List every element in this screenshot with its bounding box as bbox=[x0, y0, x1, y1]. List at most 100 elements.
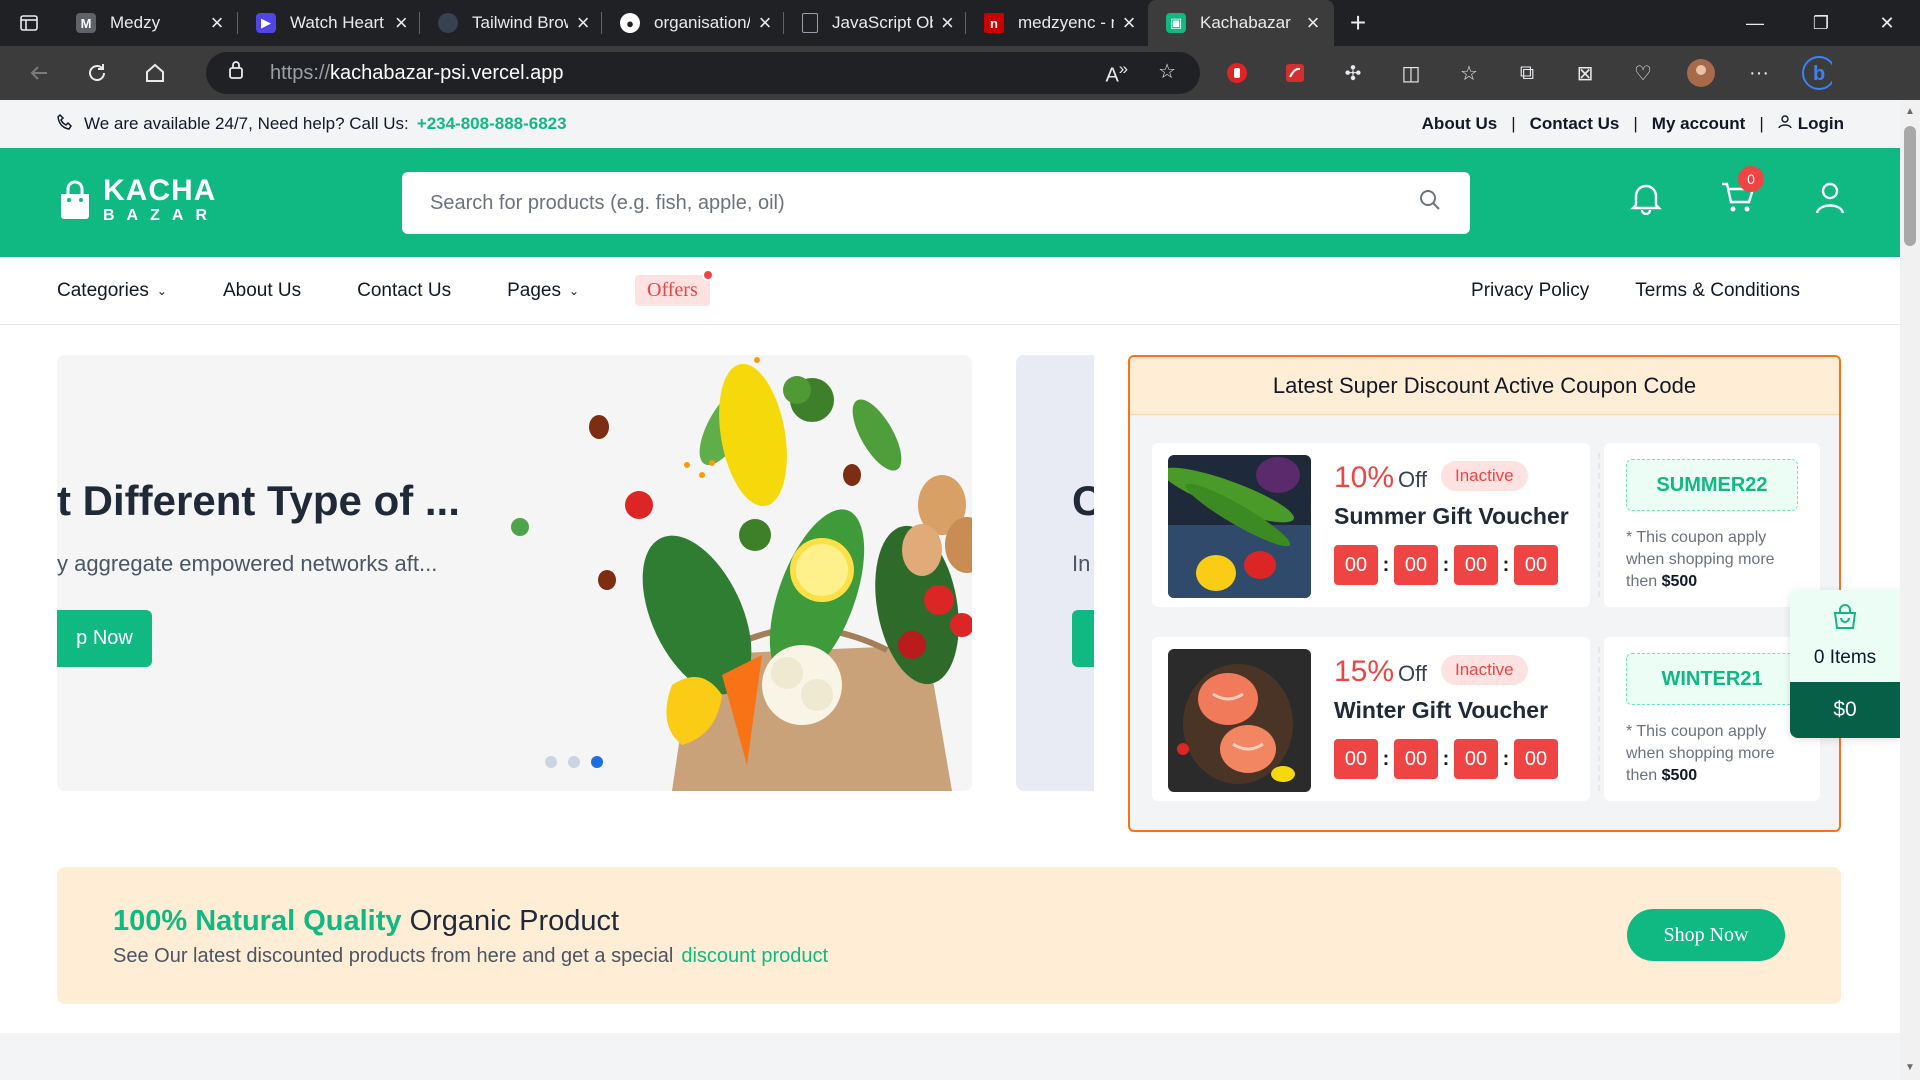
scroll-up-icon[interactable]: ▲ bbox=[1904, 106, 1916, 118]
chevron-down-icon: ⌄ bbox=[568, 283, 580, 298]
promo-highlight: 100% Natural Quality bbox=[113, 905, 402, 937]
topbar-about-link[interactable]: About Us bbox=[1422, 114, 1498, 134]
refresh-icon[interactable] bbox=[68, 46, 126, 100]
search-placeholder: Search for products (e.g. fish, apple, o… bbox=[430, 191, 785, 214]
offers-link[interactable]: Offers bbox=[635, 269, 714, 306]
search-icon[interactable] bbox=[1418, 188, 1442, 218]
coupon-status-badge: Inactive bbox=[1441, 655, 1528, 685]
close-tab-icon[interactable]: × bbox=[1122, 10, 1136, 36]
profile-avatar[interactable] bbox=[1686, 58, 1716, 88]
countdown-hours: 00 bbox=[1394, 545, 1438, 585]
phone-number[interactable]: +234-808-888-6823 bbox=[417, 114, 567, 134]
promo-subtitle-text: See Our latest discounted products from … bbox=[113, 945, 674, 967]
collections-icon[interactable]: ⧉ bbox=[1512, 58, 1542, 88]
browser-tab-watch[interactable]: ▶ Watch Heart of S × bbox=[238, 0, 420, 46]
browser-tab-obfuscator[interactable]: JavaScript Obfusc × bbox=[784, 0, 966, 46]
tab-title: Watch Heart of S bbox=[290, 13, 387, 32]
web-capture-icon[interactable]: ⊠ bbox=[1570, 58, 1600, 88]
close-tab-icon[interactable]: × bbox=[941, 10, 954, 36]
page-scrollbar[interactable]: ▲ ▼ bbox=[1900, 100, 1920, 1080]
login-label: Login bbox=[1797, 114, 1844, 133]
countdown-minutes: 00 bbox=[1454, 545, 1498, 585]
topbar-contact-link[interactable]: Contact Us bbox=[1530, 114, 1620, 134]
more-icon[interactable]: ··· bbox=[1744, 58, 1774, 88]
scrollbar-thumb[interactable] bbox=[1904, 126, 1916, 246]
search-input[interactable]: Search for products (e.g. fish, apple, o… bbox=[402, 172, 1470, 234]
read-aloud-icon[interactable]: A» bbox=[1105, 59, 1128, 88]
url-prefix: https:// bbox=[270, 61, 331, 84]
address-bar[interactable]: https://kachabazar-psi.vercel.app A» ☆ bbox=[206, 52, 1200, 94]
floating-cart[interactable]: 0 Items $0 bbox=[1790, 590, 1900, 738]
top-info-bar: We are available 24/7, Need help? Call U… bbox=[0, 100, 1900, 148]
next-section-background bbox=[0, 1033, 1900, 1080]
browser-tab-bar: M Medzy × ▶ Watch Heart of S × Tailwind … bbox=[0, 0, 1920, 46]
nav-contact-link[interactable]: Contact Us bbox=[357, 280, 451, 302]
coupon-panel: Latest Super Discount Active Coupon Code… bbox=[1128, 355, 1841, 832]
lock-icon[interactable] bbox=[228, 60, 248, 86]
restore-icon[interactable]: ❐ bbox=[1788, 0, 1854, 46]
promo-subtitle: See Our latest discounted products from … bbox=[113, 945, 828, 968]
tab-title: JavaScript Obfusc bbox=[832, 13, 933, 32]
favorites-icon[interactable]: ☆ bbox=[1454, 58, 1484, 88]
pages-dropdown[interactable]: Pages ⌄ bbox=[507, 280, 579, 302]
scroll-down-icon[interactable]: ▼ bbox=[1904, 1062, 1916, 1074]
browser-tab-kachabazar[interactable]: ▣ Kachabazar × bbox=[1148, 0, 1334, 46]
next-slide-button[interactable] bbox=[1072, 610, 1094, 667]
browser-tab-github[interactable]: ● organisation/src/ × bbox=[602, 0, 784, 46]
browser-tab-npm[interactable]: n medzyenc - npm × bbox=[966, 0, 1148, 46]
promo-discount-link[interactable]: discount product bbox=[681, 945, 828, 967]
site-logo[interactable]: KACHA BAZAR bbox=[57, 176, 219, 224]
new-tab-button[interactable]: + bbox=[1334, 7, 1382, 39]
coupon-min-amount: $500 bbox=[1661, 767, 1698, 784]
close-tab-icon[interactable]: × bbox=[1304, 10, 1322, 36]
performance-icon[interactable]: ♡ bbox=[1628, 58, 1658, 88]
back-icon[interactable] bbox=[10, 46, 68, 100]
terms-link[interactable]: Terms & Conditions bbox=[1635, 280, 1800, 302]
topbar-account-link[interactable]: My account bbox=[1652, 114, 1746, 134]
gmail-icon: M bbox=[76, 13, 96, 33]
close-tab-icon[interactable]: × bbox=[208, 10, 226, 36]
bing-copilot-icon[interactable]: b bbox=[1802, 56, 1832, 90]
countdown-hours: 00 bbox=[1394, 739, 1438, 779]
carousel-dot-active[interactable] bbox=[591, 756, 603, 768]
close-window-icon[interactable]: ✕ bbox=[1854, 0, 1920, 46]
login-link[interactable]: Login bbox=[1778, 114, 1844, 134]
discount-off-label: Off bbox=[1398, 661, 1427, 686]
promo-shop-now-button[interactable]: Shop Now bbox=[1627, 909, 1785, 961]
hero-shop-now-button[interactable]: p Now bbox=[57, 610, 152, 667]
discount-percent: 10% bbox=[1334, 461, 1395, 494]
close-tab-icon[interactable]: × bbox=[395, 10, 408, 36]
countdown-seconds: 00 bbox=[1514, 739, 1558, 779]
carousel-dot[interactable] bbox=[568, 756, 580, 768]
split-screen-icon[interactable]: ◫ bbox=[1396, 58, 1426, 88]
home-icon[interactable] bbox=[126, 46, 184, 100]
coupon-code-button[interactable]: WINTER21 bbox=[1626, 653, 1798, 705]
user-account-icon[interactable] bbox=[1810, 178, 1850, 218]
close-tab-icon[interactable]: × bbox=[576, 10, 590, 36]
notification-bell-icon[interactable] bbox=[1626, 178, 1666, 218]
chevron-down-icon: ⌄ bbox=[156, 283, 167, 298]
browser-tab-medzy[interactable]: M Medzy × bbox=[58, 0, 238, 46]
favorite-star-icon[interactable]: ☆ bbox=[1158, 59, 1176, 88]
nav-about-link[interactable]: About Us bbox=[223, 280, 301, 302]
cart-count-badge: 0 bbox=[1738, 166, 1764, 192]
coupon-code-button[interactable]: SUMMER22 bbox=[1626, 459, 1798, 511]
extensions-icon[interactable]: ✣ bbox=[1338, 58, 1368, 88]
coupon-name: Summer Gift Voucher bbox=[1334, 503, 1569, 529]
pdf-icon[interactable] bbox=[1280, 58, 1310, 88]
browser-tab-tailwind[interactable]: Tailwind Browser × bbox=[420, 0, 602, 46]
window-controls: — ❐ ✕ bbox=[1722, 0, 1920, 46]
adblock-icon[interactable] bbox=[1222, 58, 1252, 88]
coupon-card: 10% Off Inactive Summer Gift Voucher 00: … bbox=[1152, 443, 1820, 607]
promo-title-rest: Organic Product bbox=[409, 905, 620, 937]
cart-icon[interactable]: 0 bbox=[1718, 166, 1764, 218]
tab-actions-icon[interactable] bbox=[0, 0, 58, 46]
close-tab-icon[interactable]: × bbox=[758, 10, 772, 36]
carousel-dot[interactable] bbox=[545, 756, 557, 768]
minimize-icon[interactable]: — bbox=[1722, 0, 1788, 46]
categories-dropdown[interactable]: Categories ⌄ bbox=[57, 280, 167, 302]
tailwind-icon bbox=[438, 13, 458, 33]
coupon-countdown: 00: 00: 00: 00 bbox=[1334, 545, 1558, 585]
next-slide-title: C bbox=[1072, 477, 1094, 524]
privacy-policy-link[interactable]: Privacy Policy bbox=[1471, 280, 1589, 302]
